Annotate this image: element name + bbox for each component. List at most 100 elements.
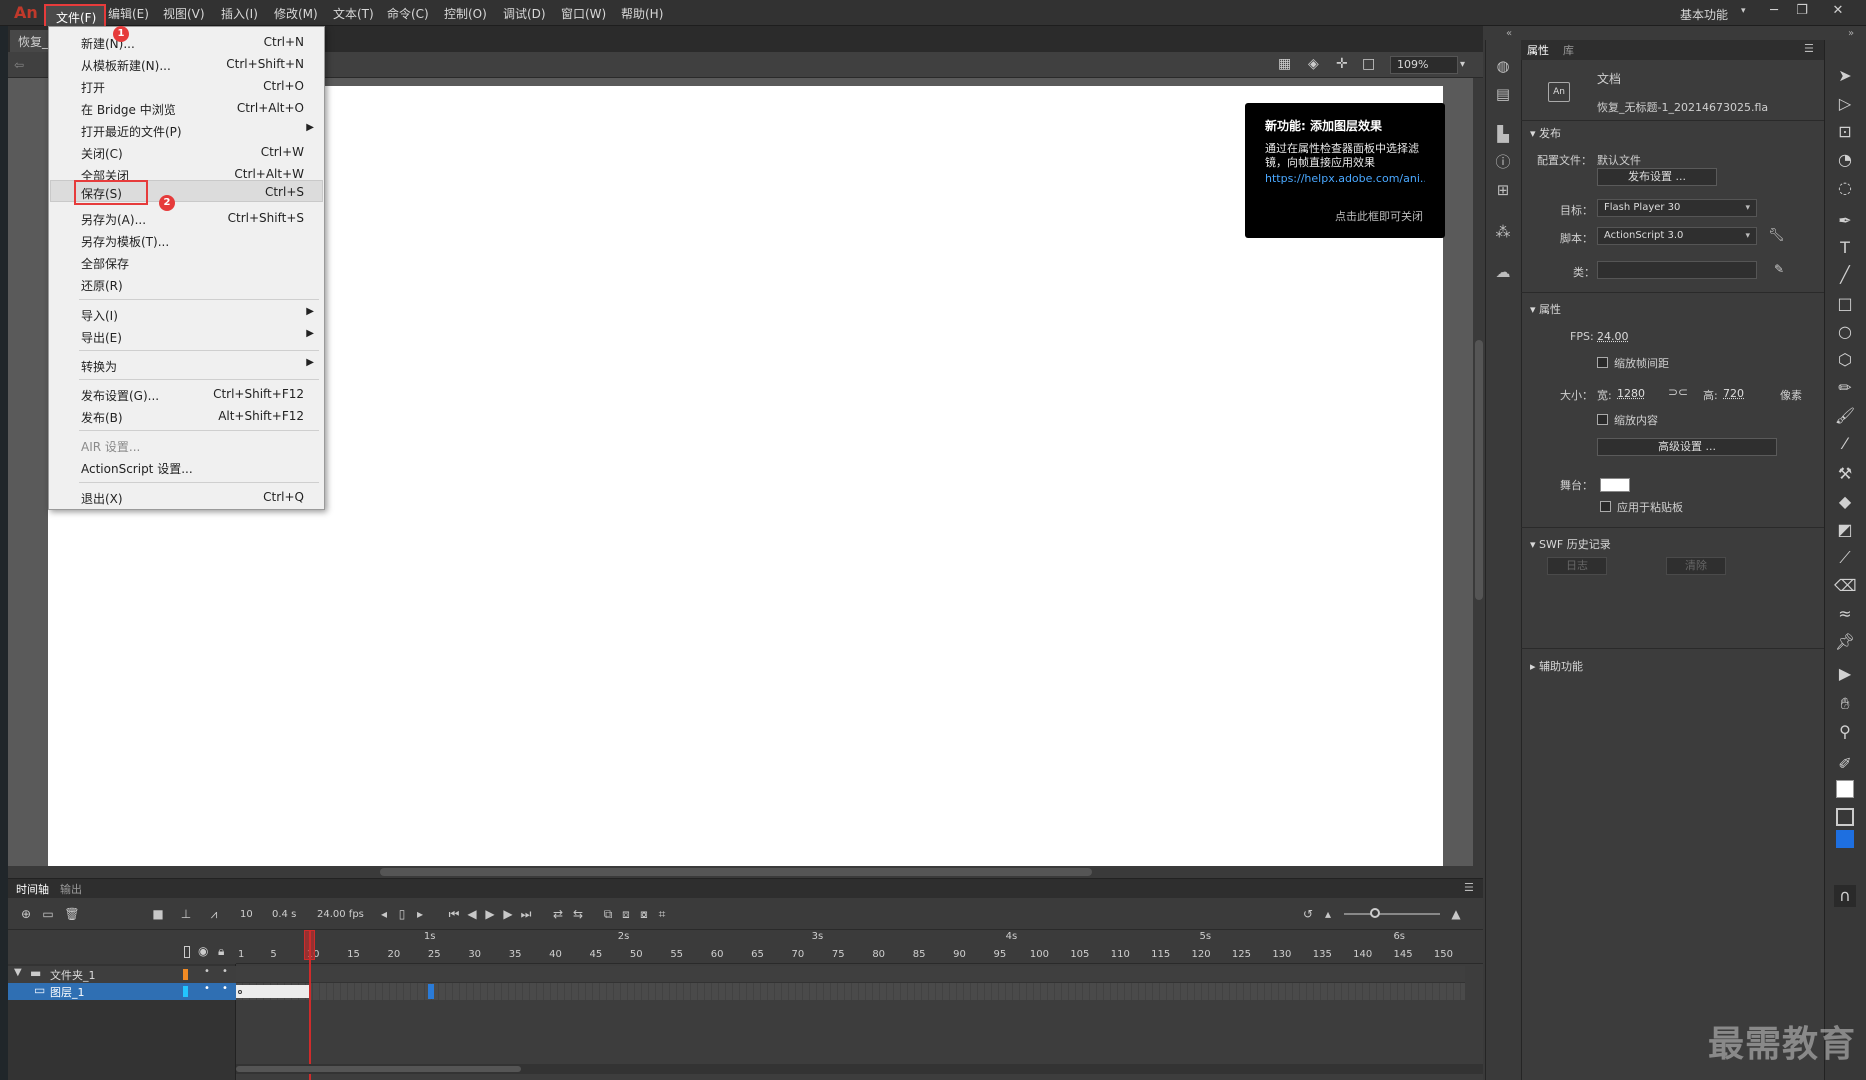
layer-frames-row[interactable] [236, 983, 1465, 1000]
line-tool-icon[interactable]: ╱ [1834, 264, 1856, 286]
wrench-icon[interactable]: 🔧︎ [1768, 228, 1785, 243]
bone-tool-icon[interactable]: ⚒ [1834, 463, 1856, 485]
minimize-button[interactable]: ─ [1764, 2, 1784, 20]
tooltip-close-hint[interactable]: 点击此框即可关闭 [1335, 208, 1423, 224]
collapse-tools-icon[interactable]: » [1848, 28, 1854, 39]
modify-markers-icon[interactable]: ⌗ [654, 906, 670, 922]
menu-item-import[interactable]: 导入(I) ▶ [49, 303, 324, 325]
first-frame-icon[interactable]: ⏮ [446, 906, 462, 922]
transform-panel-icon[interactable]: ⊞ [1493, 180, 1513, 200]
workspace-switcher[interactable]: 基本功能 [1680, 6, 1728, 23]
menu-item-revert[interactable]: 还原(R) [49, 273, 324, 295]
menu-item-export[interactable]: 导出(E) ▶ [49, 325, 324, 347]
menu-debug[interactable]: 调试(D) [503, 5, 546, 22]
pencil-icon[interactable]: ✎ [1774, 262, 1784, 276]
eye-icon[interactable]: ◉ [198, 944, 208, 958]
layer-outline-icon[interactable] [184, 946, 190, 958]
selection-tool-icon[interactable]: ➤ [1834, 65, 1856, 87]
menu-help[interactable]: 帮助(H) [621, 5, 663, 22]
components-panel-icon[interactable]: ⁂ [1493, 222, 1513, 242]
menu-item-convert-to[interactable]: 转换为 ▶ [49, 354, 324, 376]
link-icon[interactable]: ⊃⊂ [1668, 385, 1688, 399]
menu-view[interactable]: 视图(V) [163, 5, 205, 22]
frame-size-large-icon[interactable]: ▲ [1448, 906, 1464, 922]
target-select[interactable]: Flash Player 30 ▾ [1597, 199, 1757, 217]
panel-menu-icon[interactable]: ☰ [1804, 42, 1814, 55]
center-stage-icon[interactable]: ✛ [1336, 56, 1348, 72]
lock-icon[interactable]: 🔒︎ [218, 944, 224, 959]
menu-window[interactable]: 窗口(W) [561, 5, 606, 22]
frame-size-small-icon[interactable]: ▴ [1320, 906, 1336, 922]
paint-brush-tool-icon[interactable]: 🖌︎ [1834, 405, 1856, 427]
folder-frames-row[interactable] [236, 966, 1465, 983]
timeline-zoom-slider[interactable] [1344, 913, 1440, 915]
menu-item-save-all[interactable]: 全部保存 [49, 251, 324, 273]
advanced-settings-button[interactable]: 高级设置 ... [1597, 438, 1777, 456]
zoom-chevron-icon[interactable]: ▾ [1460, 56, 1474, 74]
script-select[interactable]: ActionScript 3.0 ▾ [1597, 227, 1757, 245]
paint-bucket-tool-icon[interactable]: ◆ [1834, 491, 1856, 513]
eyedropper-tool-icon[interactable]: ⟋ [1834, 547, 1856, 569]
folder-expand-icon[interactable]: ▼ [14, 967, 22, 978]
step-back-icon[interactable]: ◀ [464, 906, 480, 922]
snap-magnet-icon[interactable]: ∩ [1834, 885, 1856, 907]
menu-item-publish-settings[interactable]: 发布设置(G)... Ctrl+Shift+F12 [49, 383, 324, 405]
timeline-menu-icon[interactable]: ☰ [1464, 881, 1474, 894]
oval-tool-icon[interactable]: ○ [1834, 321, 1856, 343]
new-layer-icon[interactable]: ⊕ [18, 906, 34, 922]
restore-button[interactable]: ❐ [1792, 2, 1812, 20]
undo-icon[interactable]: ↺ [1300, 906, 1316, 922]
menu-modify[interactable]: 修改(M) [274, 5, 318, 22]
graph-icon[interactable]: ⩘ [206, 906, 222, 922]
menu-edit[interactable]: 编辑(E) [108, 5, 149, 22]
fit-stage-icon[interactable]: □ [1362, 56, 1375, 72]
cc-libraries-icon[interactable]: ☁ [1493, 262, 1513, 282]
collapse-panels-icon[interactable]: « [1506, 28, 1512, 39]
parent-view-icon[interactable]: ⊥ [178, 906, 194, 922]
3d-rotation-tool-icon[interactable]: ◔ [1834, 149, 1856, 171]
rectangle-tool-icon[interactable]: □ [1834, 293, 1856, 315]
section-swf-history[interactable]: ▾ SWF 历史记录 [1530, 536, 1611, 552]
apply-pasteboard-checkbox[interactable] [1600, 501, 1611, 512]
menu-item-new[interactable]: 新建(N)... Ctrl+N [49, 31, 324, 53]
camera-tool-icon[interactable]: ▶ [1834, 663, 1856, 685]
align-panel-icon[interactable]: ▙ [1493, 124, 1513, 144]
elapsed-time[interactable]: 0.4 s [272, 909, 296, 920]
width-tool-icon[interactable]: ≈ [1834, 603, 1856, 625]
stage-color-swatch[interactable] [1600, 478, 1630, 492]
layer-folder-row[interactable]: ▼ ▬ 文件夹_1 • • [8, 966, 236, 983]
onion-skin-icon[interactable]: ⧉ [600, 906, 616, 922]
section-publish[interactable]: ▾ 发布 [1530, 125, 1561, 141]
subselection-tool-icon[interactable]: ▷ [1834, 93, 1856, 115]
menu-item-save-as-template[interactable]: 另存为模板(T)... [49, 229, 324, 251]
stroke-color-icon[interactable]: ✐ [1834, 753, 1856, 775]
info-panel-icon[interactable]: ⓘ [1493, 152, 1513, 172]
new-folder-icon[interactable]: ▭ [40, 906, 56, 922]
brush-tool-icon[interactable]: ⁄ [1834, 433, 1856, 455]
close-button[interactable]: ✕ [1828, 2, 1848, 20]
edit-multiple-icon[interactable]: ⧇ [636, 906, 652, 922]
timeline-zoom-handle[interactable] [1370, 908, 1380, 918]
tab-output[interactable]: 输出 [60, 881, 82, 897]
tab-timeline[interactable]: 时间轴 [16, 881, 49, 897]
visibility-dot[interactable]: • [204, 966, 210, 977]
play-icon[interactable]: ▶ [482, 906, 498, 922]
stage-vertical-scroll-thumb[interactable] [1475, 340, 1483, 600]
menu-item-new-from-template[interactable]: 从模板新建(N)... Ctrl+Shift+N [49, 53, 324, 75]
scale-spans-checkbox[interactable] [1597, 357, 1608, 368]
playhead-line[interactable] [309, 930, 311, 1080]
menu-item-close[interactable]: 关闭(C) Ctrl+W [49, 141, 324, 163]
section-accessibility[interactable]: ▸ 辅助功能 [1530, 658, 1583, 674]
menu-item-actionscript-settings[interactable]: ActionScript 设置... [49, 456, 324, 478]
keyframe-span[interactable] [236, 985, 310, 998]
hand-tool-icon[interactable]: ✋︎ [1834, 693, 1856, 715]
section-attributes[interactable]: ▾ 属性 [1530, 301, 1561, 317]
swatches-panel-icon[interactable]: ▤ [1493, 84, 1513, 104]
text-tool-icon[interactable]: T [1834, 237, 1856, 259]
pencil-tool-icon[interactable]: ✏ [1834, 377, 1856, 399]
workspace-chevron-icon[interactable]: ▾ [1741, 6, 1746, 16]
menu-item-exit[interactable]: 退出(X) Ctrl+Q [49, 486, 324, 508]
center-frame-icon[interactable]: ⇆ [570, 906, 586, 922]
width-value[interactable]: 1280 [1617, 387, 1645, 400]
last-frame-icon[interactable]: ⏭ [518, 906, 534, 922]
